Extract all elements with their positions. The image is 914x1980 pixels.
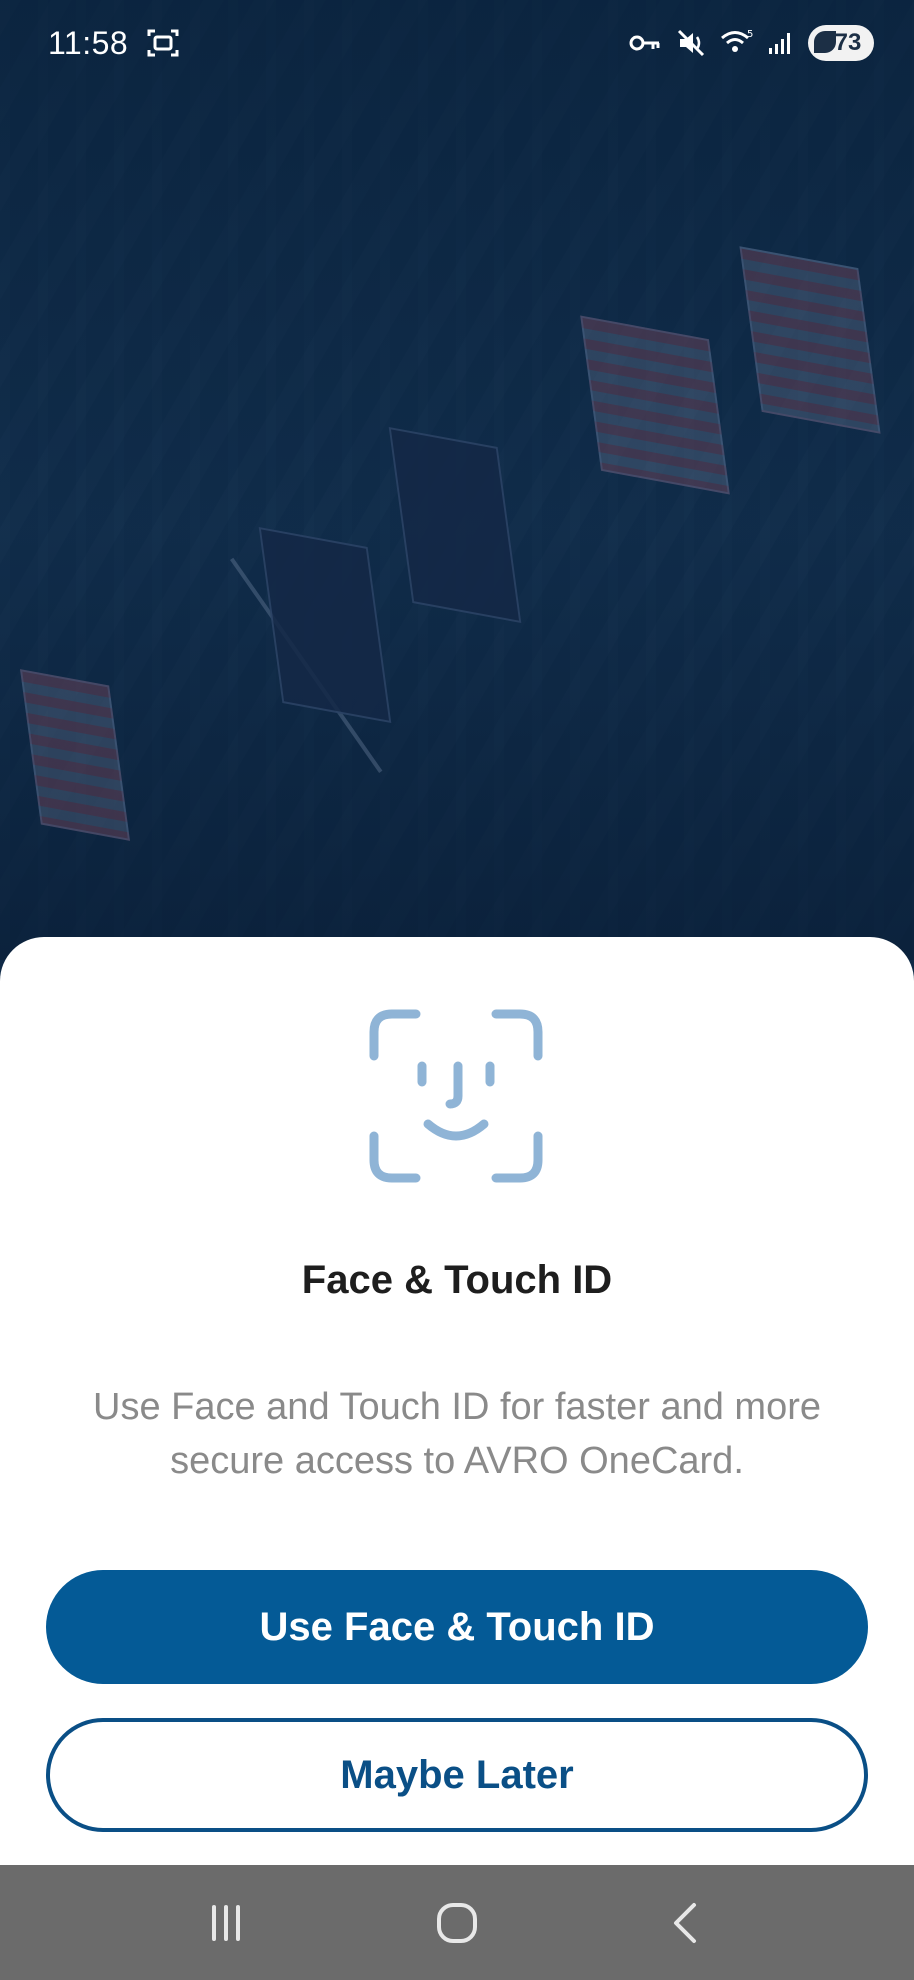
us-flag: [19, 669, 131, 841]
battery-icon: 73: [808, 25, 874, 61]
home-icon[interactable]: [417, 1883, 497, 1963]
us-flag: [580, 315, 730, 495]
us-flag: [739, 246, 881, 434]
mute-icon: [676, 28, 706, 58]
use-face-touch-id-button[interactable]: Use Face & Touch ID: [46, 1570, 868, 1684]
status-time: 11:58: [48, 24, 129, 61]
system-nav-bar: [0, 1865, 914, 1980]
flag-banner: [388, 426, 522, 624]
sheet-title: Face & Touch ID: [301, 1258, 613, 1302]
screenshot-icon: [146, 27, 180, 59]
maybe-later-button[interactable]: Maybe Later: [46, 1718, 868, 1832]
face-id-icon: [366, 1006, 546, 1186]
vpn-key-icon: [628, 31, 662, 55]
back-icon[interactable]: [648, 1883, 728, 1963]
svg-text:5: 5: [747, 29, 753, 40]
sheet-description: Use Face and Touch ID for faster and mor…: [93, 1386, 821, 1482]
battery-saver-icon: [814, 31, 836, 53]
wifi-icon: 5: [720, 28, 754, 58]
recent-apps-icon[interactable]: [186, 1883, 266, 1963]
battery-level: 73: [834, 29, 862, 56]
signal-icon: [768, 30, 794, 56]
status-bar: 11:58 5 73: [0, 0, 914, 86]
flag-banner: [258, 526, 392, 724]
background-image: [0, 0, 914, 960]
